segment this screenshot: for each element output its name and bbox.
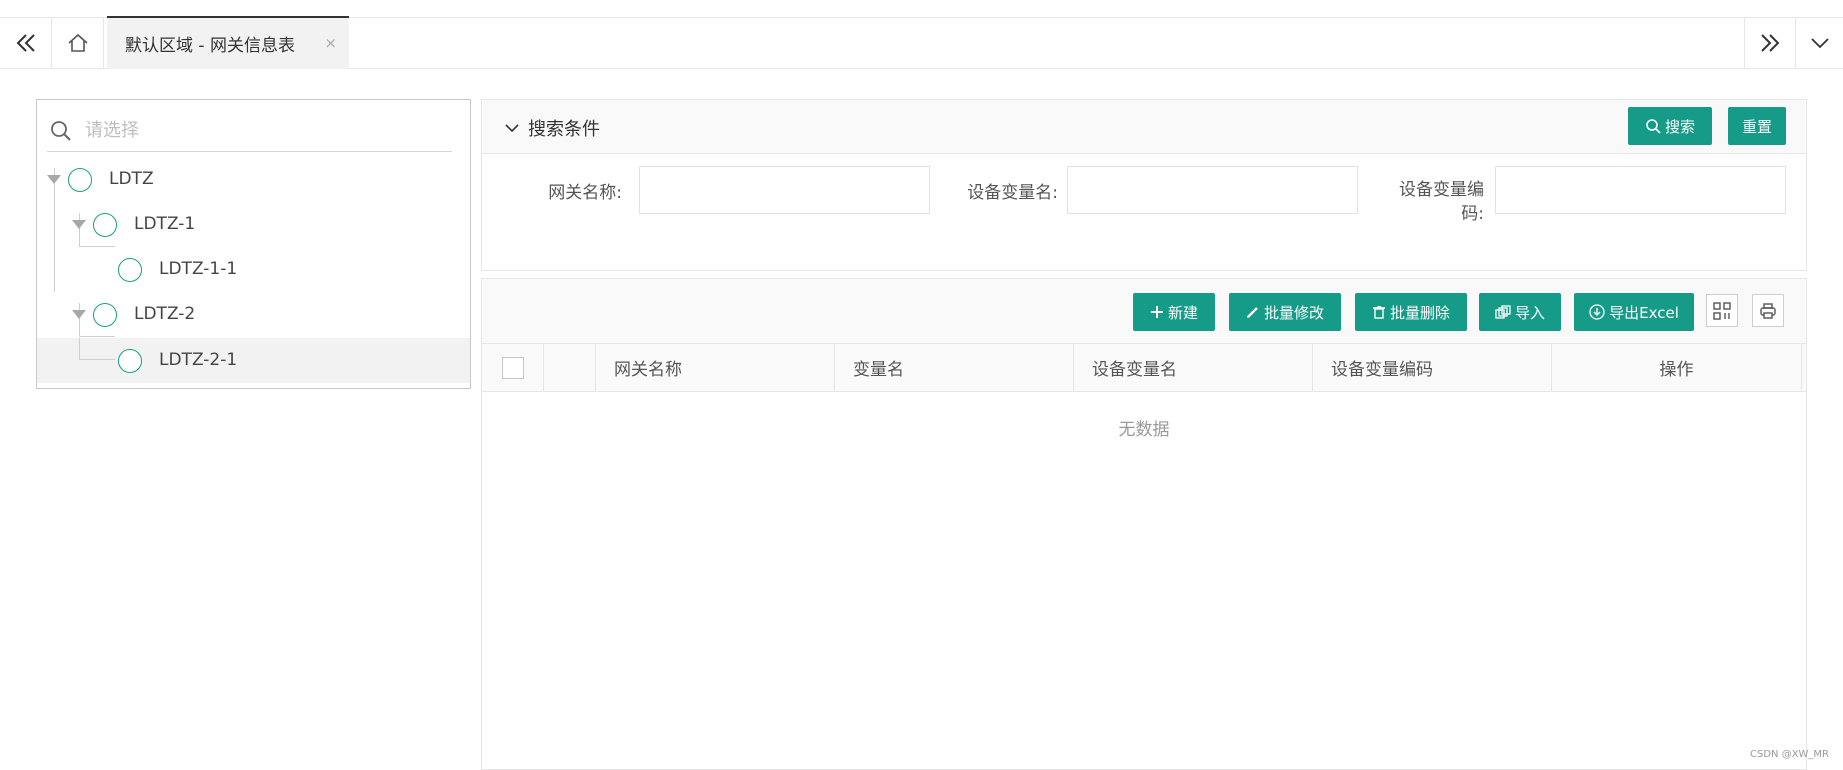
- batch-delete-button[interactable]: 批量删除: [1355, 293, 1467, 331]
- tree-search-box: [47, 110, 452, 152]
- expand-caret-icon[interactable]: [72, 220, 86, 229]
- tree-node-ldtz-1-1[interactable]: LDTZ-1-1: [37, 247, 470, 292]
- chevron-down-icon: [1810, 38, 1829, 49]
- import-icon: [1495, 305, 1511, 319]
- close-icon[interactable]: ×: [324, 34, 337, 52]
- export-excel-button[interactable]: 导出Excel: [1574, 293, 1694, 331]
- device-variable-code-label-line1: 设备变量编: [1399, 180, 1484, 200]
- trash-icon: [1372, 306, 1385, 319]
- node-circle-icon: [93, 303, 117, 327]
- column-header-device-variable-name[interactable]: 设备变量名: [1074, 344, 1313, 391]
- tab-bar: 默认区域 - 网关信息表 ×: [0, 16, 1843, 69]
- home-tab-button[interactable]: [52, 18, 104, 68]
- tree-node-label: LDTZ-2-1: [159, 350, 238, 370]
- search-panel-header: 搜索条件 搜索 重置: [482, 100, 1806, 154]
- expand-caret-icon[interactable]: [72, 310, 86, 319]
- home-icon: [67, 33, 88, 52]
- plus-icon: [1150, 306, 1163, 318]
- tree-node-ldtz-2[interactable]: LDTZ-2: [37, 292, 470, 337]
- column-header-device-variable-code[interactable]: 设备变量编码: [1313, 344, 1552, 391]
- column-header-variable-name[interactable]: 变量名: [835, 344, 1074, 391]
- table-header: 网关名称 变量名 设备变量名 设备变量编码 操作: [482, 343, 1806, 392]
- new-button-label: 新建: [1167, 303, 1198, 322]
- grid-columns-icon: [1713, 301, 1731, 320]
- double-chevron-right-icon: [1761, 34, 1780, 52]
- tree-node-label: LDTZ: [109, 169, 154, 189]
- tab-label: 默认区域 - 网关信息表: [125, 36, 295, 56]
- column-settings-button[interactable]: [1706, 294, 1738, 327]
- column-header-gateway-name[interactable]: 网关名称: [596, 344, 835, 391]
- watermark: CSDN @XW_MR: [1750, 749, 1830, 760]
- tab-menu-dropdown-button[interactable]: [1796, 18, 1843, 68]
- device-variable-code-label-line2: 码:: [1461, 204, 1484, 224]
- double-chevron-left-icon: [16, 34, 35, 52]
- pencil-icon: [1246, 307, 1258, 318]
- area-tree-panel: LDTZ LDTZ-1 LDTZ-1-1 LDTZ-2 LDTZ-2-1: [36, 99, 471, 389]
- device-variable-name-label: 设备变量名:: [967, 183, 1058, 203]
- import-button[interactable]: 导入: [1479, 293, 1561, 331]
- gateway-name-label: 网关名称:: [548, 183, 622, 203]
- node-circle-icon: [68, 168, 92, 192]
- batch-delete-button-label: 批量删除: [1389, 303, 1450, 322]
- tree-connector: [79, 359, 115, 360]
- select-all-cell: [482, 344, 544, 391]
- download-icon: [1589, 304, 1605, 320]
- reset-button-label: 重置: [1741, 117, 1772, 136]
- new-button[interactable]: 新建: [1133, 293, 1215, 331]
- device-variable-code-input[interactable]: [1495, 166, 1786, 214]
- scroll-tabs-left-button[interactable]: [0, 18, 52, 68]
- tree-node-label: LDTZ-1-1: [159, 259, 238, 279]
- device-variable-code-label: 设备变量编 码:: [1362, 178, 1484, 226]
- tree-node-label: LDTZ-1: [134, 214, 196, 234]
- device-variable-name-input[interactable]: [1067, 166, 1358, 214]
- tree-node-ldtz-1[interactable]: LDTZ-1: [37, 202, 470, 247]
- tree-search-input[interactable]: [85, 120, 425, 141]
- tree-connector: [79, 338, 80, 359]
- batch-edit-button-label: 批量修改: [1263, 303, 1324, 322]
- node-circle-icon: [118, 349, 142, 373]
- import-button-label: 导入: [1514, 303, 1545, 322]
- batch-edit-button[interactable]: 批量修改: [1229, 293, 1341, 331]
- index-column-header: [544, 344, 596, 391]
- search-icon: [1646, 119, 1661, 134]
- tab-gateway-info[interactable]: 默认区域 - 网关信息表 ×: [107, 16, 349, 69]
- empty-table-message: 无数据: [1118, 420, 1170, 440]
- tree-node-label: LDTZ-2: [134, 304, 196, 324]
- export-excel-button-label: 导出Excel: [1609, 303, 1679, 322]
- search-button[interactable]: 搜索: [1628, 107, 1712, 145]
- search-button-label: 搜索: [1664, 117, 1695, 136]
- tree-node-ldtz-2-1[interactable]: LDTZ-2-1: [37, 338, 470, 383]
- node-circle-icon: [93, 213, 117, 237]
- search-panel-title: 搜索条件: [528, 119, 600, 140]
- search-collapse-toggle[interactable]: 搜索条件: [504, 115, 600, 141]
- select-all-checkbox[interactable]: [501, 356, 524, 379]
- expand-caret-icon[interactable]: [47, 175, 61, 184]
- printer-icon: [1760, 302, 1776, 319]
- scroll-tabs-right-button[interactable]: [1744, 18, 1796, 68]
- gateway-table-panel: 新建 批量修改 批量删除 导入 导出Excel 网关名称 变量名 设备变量名 设…: [481, 278, 1807, 770]
- tree-node-ldtz[interactable]: LDTZ: [37, 157, 470, 202]
- chevron-down-icon: [505, 124, 519, 133]
- table-toolbar: 新建 批量修改 批量删除 导入 导出Excel: [482, 279, 1806, 343]
- column-header-actions: 操作: [1552, 344, 1802, 391]
- print-button[interactable]: [1752, 294, 1784, 327]
- search-icon: [51, 120, 71, 141]
- node-circle-icon: [118, 258, 142, 282]
- reset-button[interactable]: 重置: [1728, 107, 1786, 145]
- search-conditions-panel: 搜索条件 搜索 重置 网关名称: 设备变量名: 设备变量编 码:: [481, 99, 1807, 271]
